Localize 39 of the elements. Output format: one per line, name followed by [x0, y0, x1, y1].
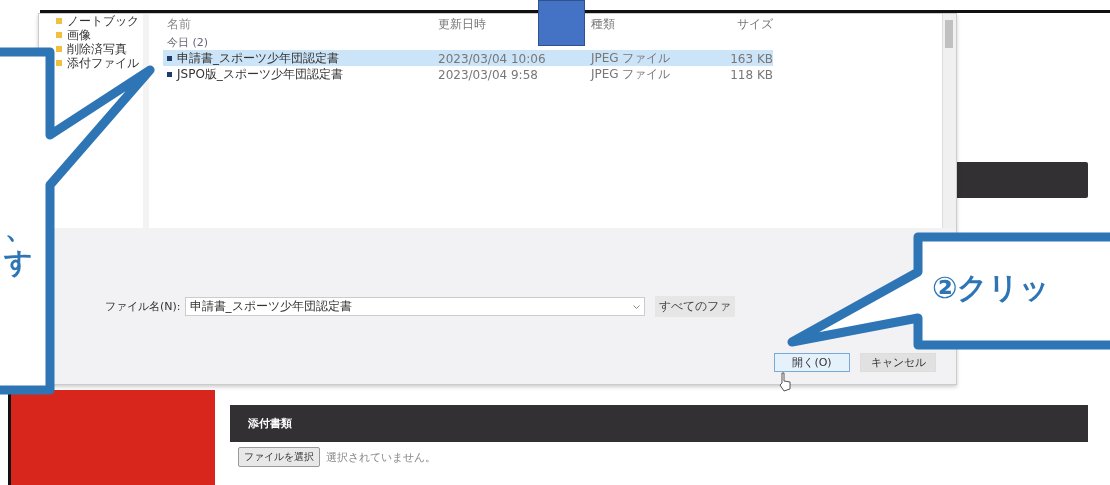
scrollbar[interactable]	[942, 14, 956, 228]
cancel-button[interactable]: キャンセル	[860, 353, 936, 372]
sidebar-item[interactable]: 削除済写真	[56, 42, 127, 56]
callout-text: ②クリッ	[932, 269, 1051, 307]
folder-icon	[56, 18, 62, 24]
caret-icon	[632, 304, 640, 309]
group-header[interactable]: 今日 (2)	[163, 34, 942, 50]
file-name: 申請書_スポーツ少年団認定書	[177, 50, 339, 67]
file-row[interactable]: 申請書_スポーツ少年団認定書 2023/03/04 10:06 JPEG ファイル 163 KB	[163, 50, 773, 66]
column-header[interactable]: 種類	[591, 16, 615, 31]
folder-icon	[56, 32, 62, 38]
file-type: JPEG ファイル	[591, 51, 671, 65]
file-date: 2023/03/04 9:58	[438, 67, 538, 82]
file-size: 163 KB	[730, 51, 773, 66]
filename-label: ファイル名(N):	[105, 299, 181, 314]
callout-text: す	[4, 246, 33, 280]
file-name: JSPO版_スポーツ少年団認定書	[177, 66, 343, 83]
hand-cursor-icon	[778, 372, 792, 392]
sidebar-item[interactable]: 添付ファイル	[56, 56, 139, 70]
open-button[interactable]: 開く(O)	[774, 353, 850, 372]
file-type-dropdown[interactable]: すべてのファ	[654, 296, 735, 317]
file-status: 選択されていません。	[326, 449, 436, 465]
column-header[interactable]: 更新日時	[438, 16, 486, 31]
filename-field[interactable]: 申請書_スポーツ少年団認定書	[184, 297, 645, 316]
file-row[interactable]: JSPO版_スポーツ少年団認定書 2023/03/04 9:58 JPEG ファイル 118 KB	[163, 66, 773, 82]
file-type: JPEG ファイル	[591, 67, 671, 81]
file-date: 2023/03/04 10:06	[438, 51, 546, 66]
section-title: 添付書類	[248, 416, 292, 431]
choose-file-button[interactable]: ファイルを選択	[238, 447, 320, 467]
sidebar-item[interactable]: 画像	[56, 28, 91, 42]
column-header[interactable]: サイズ	[737, 16, 773, 31]
folder-icon	[56, 46, 62, 52]
file-size: 118 KB	[730, 67, 773, 82]
column-header[interactable]: 名前	[167, 15, 191, 33]
folder-icon	[56, 60, 62, 66]
image-file-icon	[167, 72, 172, 77]
image-file-icon	[167, 56, 172, 61]
callout-text: 、	[4, 212, 33, 246]
sidebar-item[interactable]: ノートブック	[56, 14, 139, 28]
